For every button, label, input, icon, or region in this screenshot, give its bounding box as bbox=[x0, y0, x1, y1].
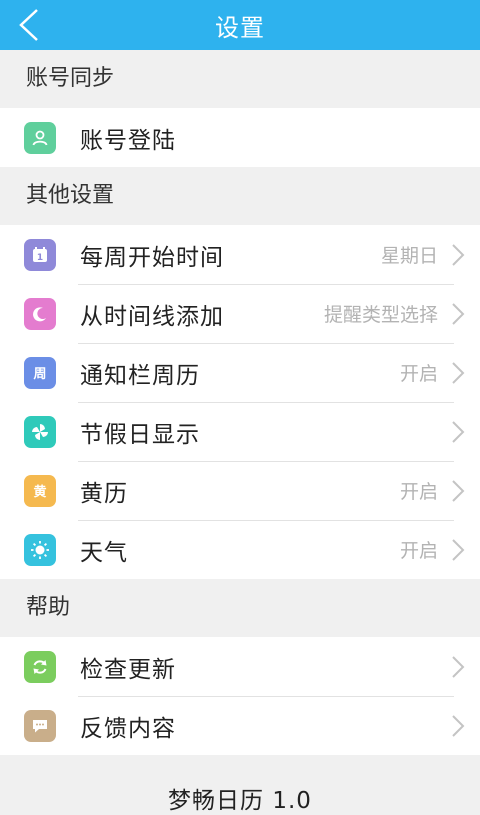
settings-item-label: 检查更新 bbox=[80, 656, 176, 683]
page-title: 设置 bbox=[215, 13, 265, 42]
settings-item-holiday-display[interactable]: 节假日显示 bbox=[0, 402, 480, 461]
calendar-icon: 1 bbox=[24, 238, 56, 271]
settings-item-week-start[interactable]: 1 每周开始时间 星期日 bbox=[0, 225, 480, 284]
settings-item-almanac[interactable]: 黄 黄历 开启 bbox=[0, 461, 480, 520]
settings-item-value: 开启 bbox=[399, 540, 438, 562]
section-header: 账号同步 bbox=[0, 50, 480, 108]
svg-text:1: 1 bbox=[37, 253, 43, 263]
chevron-right-icon bbox=[448, 241, 468, 269]
chevron-right-icon bbox=[448, 653, 468, 681]
settings-item-label: 反馈内容 bbox=[80, 715, 176, 742]
chevron-right-icon bbox=[448, 712, 468, 740]
section-account-sync: 账号同步 账号登陆 bbox=[0, 50, 480, 167]
settings-item-check-update[interactable]: 检查更新 bbox=[0, 637, 480, 696]
section-header: 帮助 bbox=[0, 579, 480, 637]
settings-item-label: 天气 bbox=[80, 539, 128, 566]
section-header: 其他设置 bbox=[0, 167, 480, 225]
chevron-right-icon bbox=[448, 418, 468, 446]
section-help: 帮助 检查更新 反馈内容 bbox=[0, 579, 480, 755]
almanac-icon: 黄 bbox=[24, 474, 56, 507]
settings-group: 1 每周开始时间 星期日 从时间线添加 提醒类型选择 周 通知栏周历 开启 节假… bbox=[0, 225, 480, 579]
settings-item-value: 开启 bbox=[399, 481, 438, 503]
settings-item-weather[interactable]: 天气 开启 bbox=[0, 520, 480, 579]
chevron-right-icon bbox=[448, 536, 468, 564]
settings-item-label: 通知栏周历 bbox=[80, 362, 200, 389]
settings-item-label: 账号登陆 bbox=[80, 127, 176, 154]
chevron-right-icon bbox=[448, 477, 468, 505]
pinwheel-icon bbox=[24, 415, 56, 448]
settings-item-feedback[interactable]: 反馈内容 bbox=[0, 696, 480, 755]
chevron-right-icon bbox=[448, 359, 468, 387]
settings-item-label: 从时间线添加 bbox=[80, 303, 224, 330]
moon-icon bbox=[24, 297, 56, 330]
back-arrow-icon bbox=[19, 9, 38, 41]
settings-item-label: 节假日显示 bbox=[80, 421, 200, 448]
footer: 梦畅日历 1.0 bbox=[0, 755, 480, 814]
settings-item-add-from-timeline[interactable]: 从时间线添加 提醒类型选择 bbox=[0, 284, 480, 343]
refresh-icon bbox=[24, 650, 56, 683]
sun-icon bbox=[24, 533, 56, 566]
chat-bubble-icon bbox=[24, 709, 56, 742]
settings-item-label: 每周开始时间 bbox=[80, 244, 224, 271]
app-version: 梦畅日历 1.0 bbox=[168, 788, 312, 814]
settings-item-value: 提醒类型选择 bbox=[323, 304, 438, 326]
settings-group: 检查更新 反馈内容 bbox=[0, 637, 480, 755]
settings-item-notification-week-calendar[interactable]: 周 通知栏周历 开启 bbox=[0, 343, 480, 402]
section-other-settings: 其他设置 1 每周开始时间 星期日 从时间线添加 提醒类型选择 周 通知栏周历 … bbox=[0, 167, 480, 579]
settings-item-account-login[interactable]: 账号登陆 bbox=[0, 108, 480, 167]
back-button[interactable] bbox=[12, 8, 46, 42]
top-bar: 设置 bbox=[0, 0, 480, 50]
settings-item-value: 星期日 bbox=[380, 245, 438, 267]
settings-item-value: 开启 bbox=[399, 363, 438, 385]
chevron-right-icon bbox=[448, 300, 468, 328]
user-icon bbox=[24, 121, 56, 154]
week-icon: 周 bbox=[24, 356, 56, 389]
settings-group: 账号登陆 bbox=[0, 108, 480, 167]
settings-item-label: 黄历 bbox=[80, 480, 128, 507]
